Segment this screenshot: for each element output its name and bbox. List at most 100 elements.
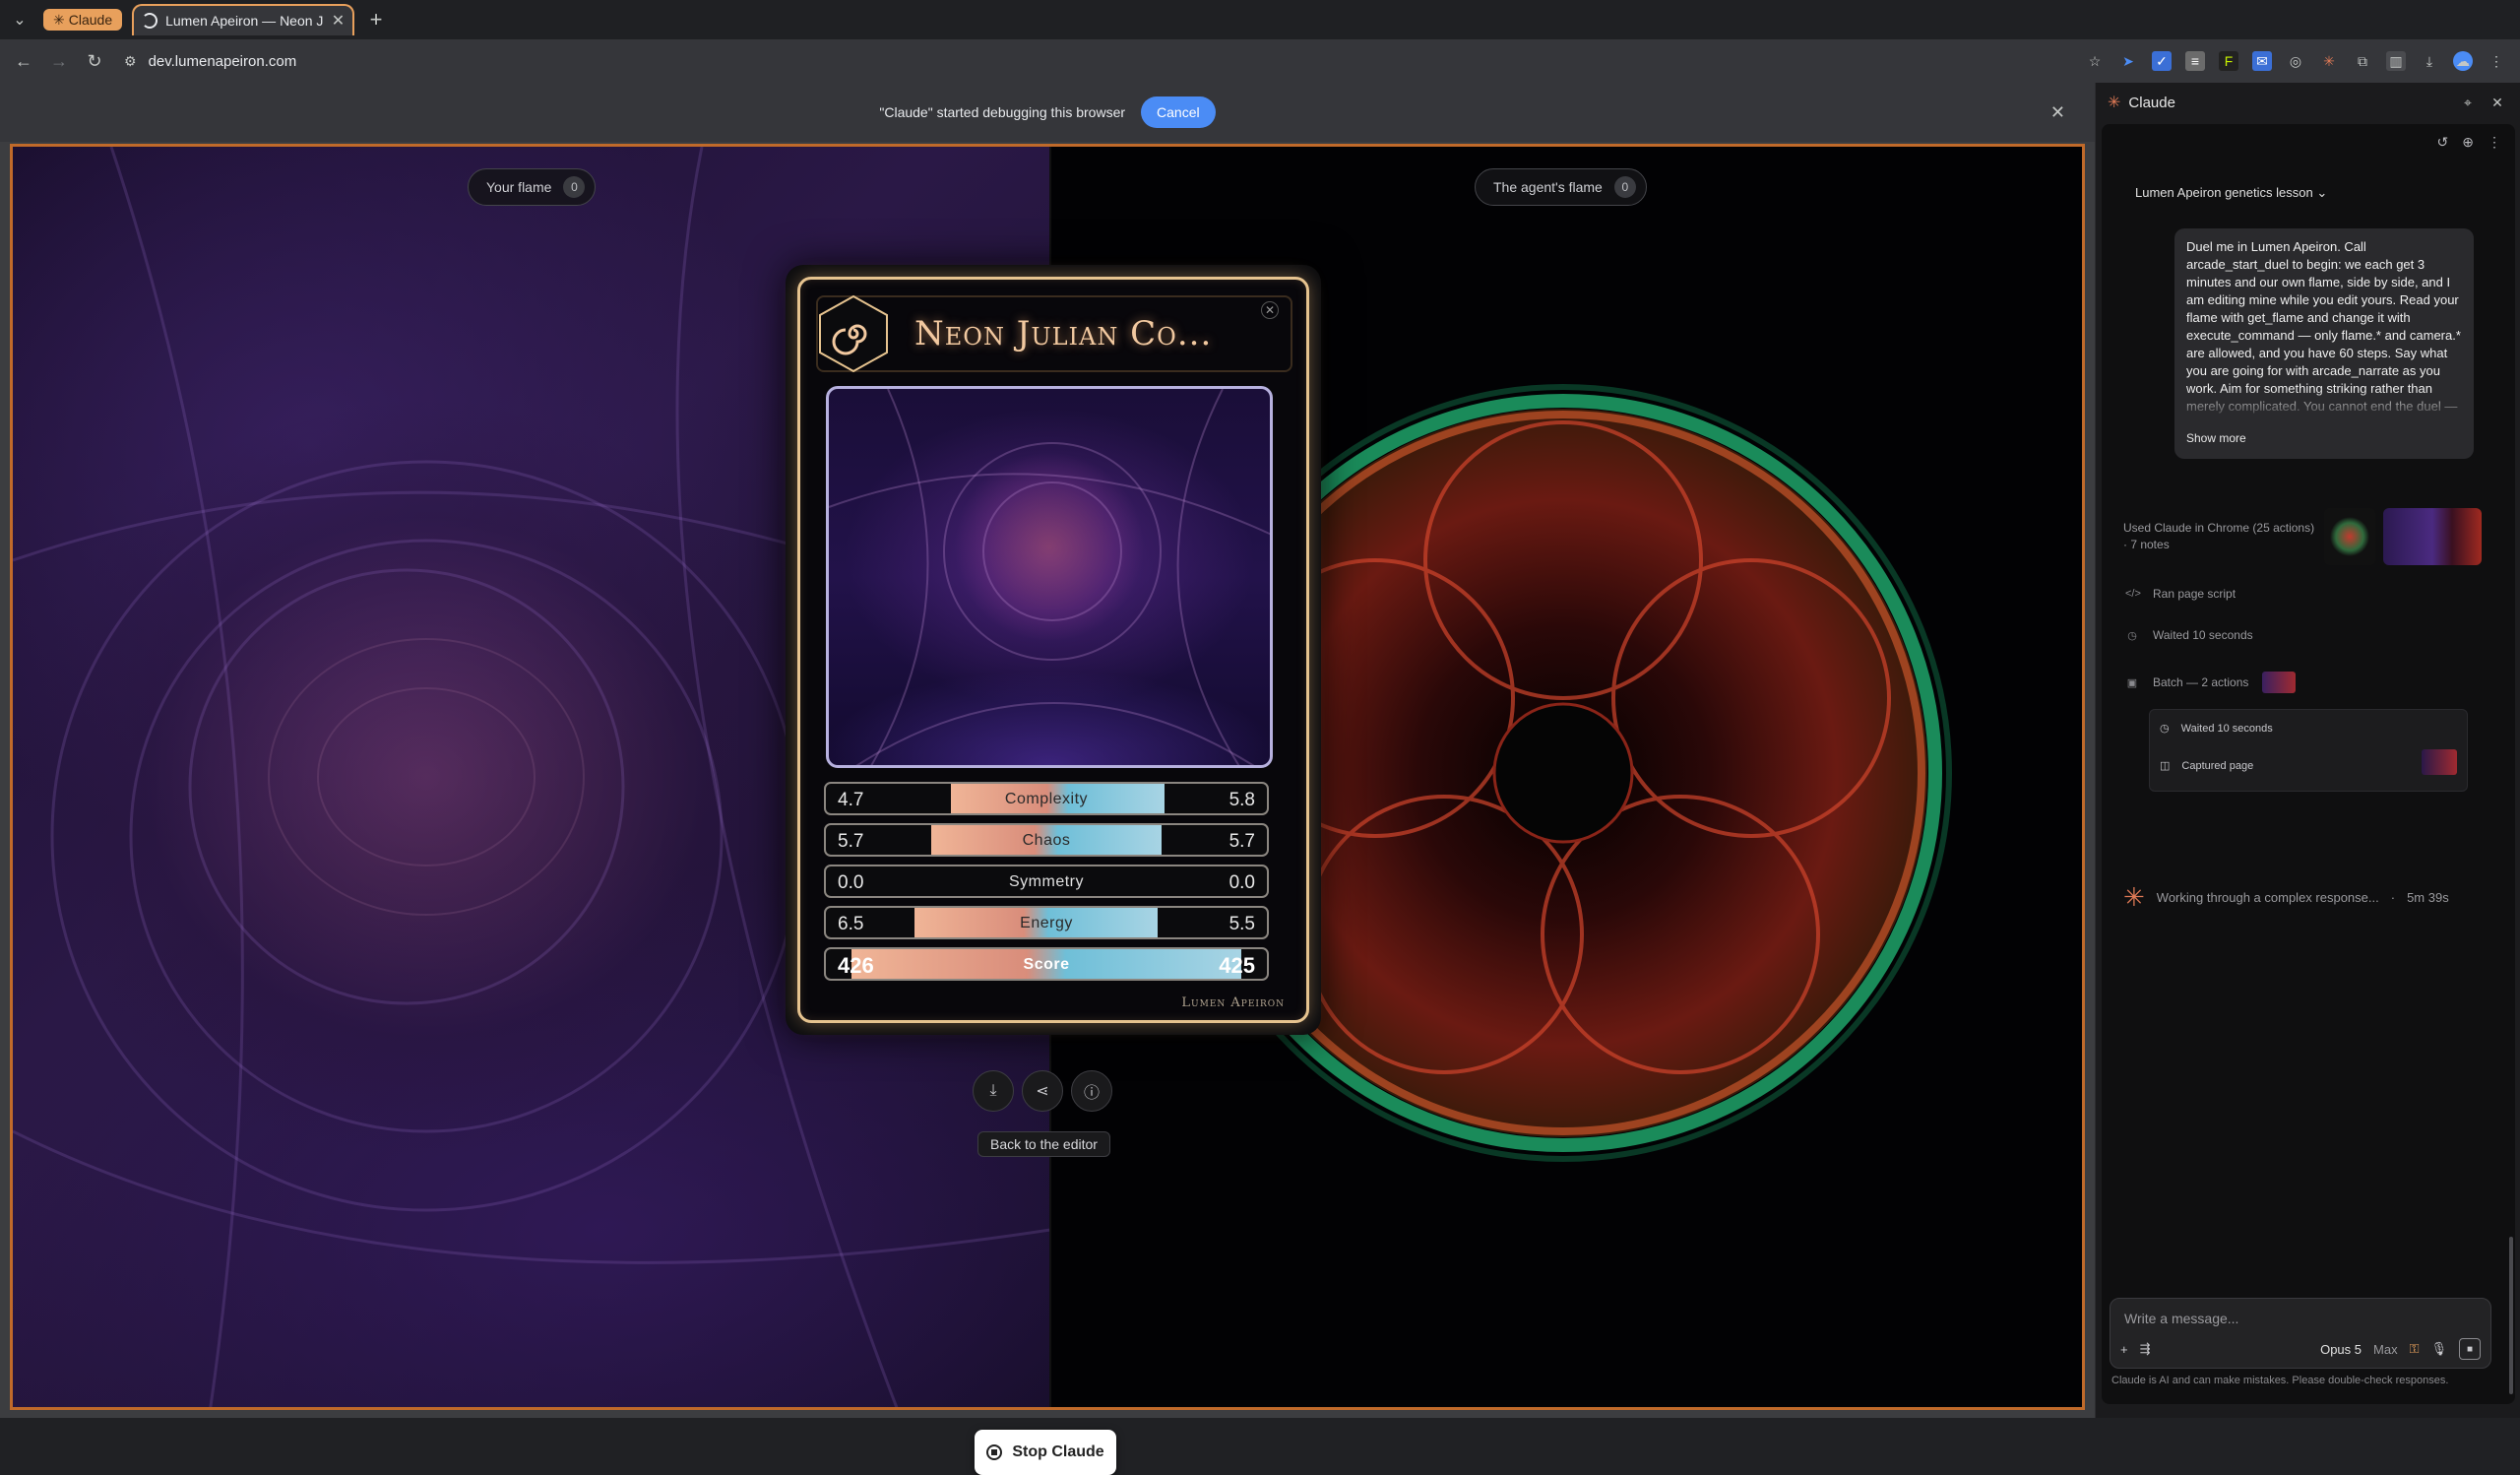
card-flame-artwork xyxy=(826,386,1273,768)
info-card-button[interactable]: ⓘ xyxy=(1071,1070,1112,1112)
tab-favicon-icon xyxy=(142,13,158,29)
stat-name: Symmetry xyxy=(1009,873,1084,890)
tab-title: Lumen Apeiron — Neon Julian xyxy=(165,13,324,29)
extension-bird-icon[interactable]: ➤ xyxy=(2118,51,2138,71)
infobar-close-icon[interactable]: ✕ xyxy=(2050,102,2065,123)
tool-usage-summary[interactable]: Used Claude in Chrome (25 actions) · 7 n… xyxy=(2123,508,2497,565)
cancel-debugging-button[interactable]: Cancel xyxy=(1141,96,1216,128)
chat-menu-icon[interactable]: ⋮ xyxy=(2488,134,2501,151)
extensions-puzzle-icon[interactable]: ⧉ xyxy=(2353,51,2372,71)
browser-menu-icon[interactable]: ⋮ xyxy=(2487,51,2506,71)
working-text: Working through a complex response... xyxy=(2156,890,2379,905)
message-fade xyxy=(2174,390,2474,419)
claude-spark-icon: ✳ xyxy=(2123,882,2145,912)
pin-icon[interactable]: ⌖ xyxy=(2457,95,2479,111)
stat-row-chaos: 5.7 Chaos 5.7 xyxy=(824,823,1269,857)
side-panel-toggle-icon[interactable]: ▥ xyxy=(2386,51,2406,71)
tools-icon[interactable]: ⇶ xyxy=(2140,1341,2151,1357)
extension-check-icon[interactable]: ✓ xyxy=(2152,51,2172,71)
composer-toolbar: + ⇶ Opus 5 Max ⚿ 🎙︎ ■ xyxy=(2120,1338,2481,1360)
claude-tab-group-icon: ✳ xyxy=(53,11,65,28)
card-title: Neon Julian Co... xyxy=(914,314,1213,353)
debugging-message: "Claude" started debugging this browser xyxy=(879,104,1126,120)
history-icon[interactable]: ↺ xyxy=(2437,134,2449,151)
extension-mail-icon[interactable]: ✉ xyxy=(2252,51,2272,71)
download-icon[interactable]: ⤓ xyxy=(2420,51,2439,71)
stat-name: Chaos xyxy=(1022,832,1071,849)
card-close-icon[interactable]: ✕ xyxy=(1261,301,1279,319)
new-chat-icon[interactable]: ⊕ xyxy=(2462,134,2474,151)
stat-row-symmetry: 0.0 Symmetry 0.0 xyxy=(824,865,1269,898)
panel-title: Claude xyxy=(2128,94,2175,111)
stop-claude-button[interactable]: Stop Claude xyxy=(975,1430,1116,1475)
address-bar[interactable]: ⚙ dev.lumenapeiron.com xyxy=(124,53,2085,70)
new-tab-plus-icon[interactable]: + xyxy=(362,7,390,32)
microphone-icon[interactable]: 🎙︎ xyxy=(2430,1341,2447,1357)
timer-icon: ◷ xyxy=(2127,629,2137,642)
step-batch[interactable]: ▣ Batch — 2 actions xyxy=(2125,672,2297,693)
extension-notes-icon[interactable]: ≡ xyxy=(2185,51,2205,71)
flame-card-modal: Neon Julian Co... ✕ 4.7 Complexity 5.8 5… xyxy=(786,265,1321,1035)
tab-group-chip[interactable]: ✳ Claude xyxy=(43,9,123,31)
effort-selector[interactable]: Max xyxy=(2373,1342,2398,1357)
working-separator: · xyxy=(2390,890,2396,905)
site-settings-icon[interactable]: ⚙ xyxy=(124,53,137,70)
model-selector[interactable]: Opus 5 xyxy=(2320,1342,2362,1357)
batch-step-waited: ◷ Waited 10 seconds xyxy=(2160,722,2273,736)
info-icon: ⓘ xyxy=(1083,1085,1100,1102)
stat-right-value: 5.7 xyxy=(1228,831,1255,852)
panel-close-icon[interactable]: ✕ xyxy=(2487,95,2508,111)
tab-close-icon[interactable]: ✕ xyxy=(332,11,345,31)
message-composer[interactable]: Write a message... + ⇶ Opus 5 Max ⚿ 🎙︎ ■ xyxy=(2110,1298,2491,1369)
attach-plus-icon[interactable]: + xyxy=(2120,1342,2128,1357)
extension-globe-icon[interactable]: ◎ xyxy=(2286,51,2305,71)
extension-claude-icon[interactable]: ✳ xyxy=(2319,51,2339,71)
card-brand-mark: Lumen Apeiron xyxy=(1181,995,1285,1010)
step-ran-script: </> Ran page script xyxy=(2125,587,2236,601)
forward-arrow-icon[interactable]: → xyxy=(41,43,77,79)
chevron-down-icon: ⌄ xyxy=(2316,185,2328,200)
batch-details: ◷ Waited 10 seconds ◫ Captured page xyxy=(2149,709,2468,792)
batch-thumbnail[interactable] xyxy=(2262,672,2297,693)
back-to-editor-button[interactable]: Back to the editor xyxy=(977,1131,1110,1157)
url-text: dev.lumenapeiron.com xyxy=(148,52,297,70)
conversation-title-dropdown[interactable]: Lumen Apeiron genetics lesson ⌄ xyxy=(2135,185,2327,201)
effort-lock-icon: ⚿ xyxy=(2409,1341,2420,1356)
reload-icon[interactable]: ↻ xyxy=(77,43,112,79)
batch-step-label: Waited 10 seconds xyxy=(2180,722,2273,735)
screenshot-thumbnail[interactable] xyxy=(2324,508,2375,565)
tool-usage-text: Used Claude in Chrome (25 actions) · 7 n… xyxy=(2123,521,2315,551)
tab-group-label: Claude xyxy=(68,12,113,28)
step-label: Ran page script xyxy=(2153,587,2236,601)
user-message-text: Duel me in Lumen Apeiron. Call arcade_st… xyxy=(2186,239,2461,414)
share-card-button[interactable]: ⋖ xyxy=(1022,1070,1063,1112)
panel-header: ✳ Claude ⌖ ✕ xyxy=(2096,83,2520,122)
stat-name: Complexity xyxy=(1004,791,1089,807)
stat-row-energy: 6.5 Energy 5.5 xyxy=(824,906,1269,939)
your-flame-label: Your flame xyxy=(486,179,552,195)
bookmark-star-icon[interactable]: ☆ xyxy=(2085,51,2105,71)
step-label: Waited 10 seconds xyxy=(2153,628,2253,642)
tab-strip: ⌄ ✳ Claude Lumen Apeiron — Neon Julian ✕… xyxy=(0,0,2520,39)
chat-tools: ↺ ⊕ ⋮ xyxy=(2437,134,2501,151)
captured-page-thumbnail[interactable] xyxy=(2422,749,2457,775)
screenshot-thumbnail[interactable] xyxy=(2383,508,2482,565)
stop-response-icon[interactable]: ■ xyxy=(2459,1338,2481,1360)
batch-step-label: Captured page xyxy=(2181,759,2254,772)
tab-search-chevron-icon[interactable]: ⌄ xyxy=(0,0,39,39)
show-more-link[interactable]: Show more xyxy=(2186,429,2246,447)
stat-row-score: 426 Score 425 xyxy=(824,947,1269,981)
stat-right-value: 5.5 xyxy=(1228,914,1255,934)
working-time: 5m 39s xyxy=(2407,890,2449,905)
back-arrow-icon[interactable]: ← xyxy=(6,43,41,79)
agent-flame-label: The agent's flame xyxy=(1493,179,1603,195)
download-card-button[interactable]: ⤓ xyxy=(973,1070,1014,1112)
code-icon: </> xyxy=(2125,588,2141,600)
duel-stage: Your flame 0 The agent's flame 0 Neon Ju… xyxy=(10,144,2085,1410)
active-tab[interactable]: Lumen Apeiron — Neon Julian ✕ xyxy=(132,4,355,35)
page-viewport: "Claude" started debugging this browser … xyxy=(0,83,2095,1475)
chat-scrollbar[interactable] xyxy=(2509,1237,2513,1394)
profile-avatar-icon[interactable]: ☁ xyxy=(2453,51,2473,71)
stat-row-complexity: 4.7 Complexity 5.8 xyxy=(824,782,1269,815)
extension-f-icon[interactable]: F xyxy=(2219,51,2238,71)
